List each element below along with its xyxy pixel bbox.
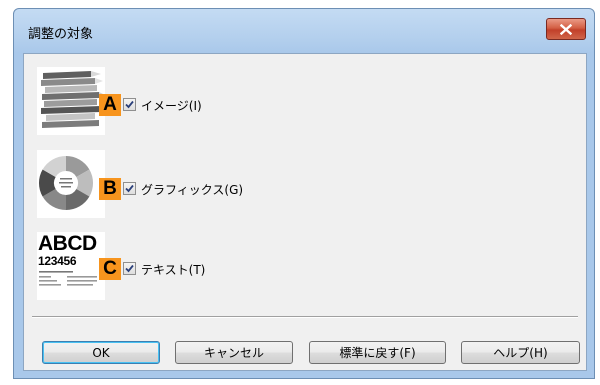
marker-b: B (99, 178, 121, 200)
text-checkbox[interactable] (123, 262, 136, 275)
image-checkbox[interactable] (123, 98, 136, 111)
close-icon (560, 23, 572, 35)
cancel-button[interactable]: キャンセル (175, 341, 293, 364)
text-thumbnail: ABCD 123456 (37, 232, 105, 300)
dialog-title: 調整の対象 (28, 27, 94, 42)
option-image: A イメージ(I) (37, 67, 337, 137)
divider (32, 316, 578, 318)
option-graphics: B グラフィックス(G) (37, 150, 337, 220)
checkmark-icon (125, 184, 134, 193)
ok-button[interactable]: OK (42, 341, 160, 364)
close-button[interactable] (546, 18, 586, 40)
checkmark-icon (125, 100, 134, 109)
adjustment-target-dialog: 調整の対象 A イメージ(I) B グラフィックス(G) ABCD 123456… (13, 8, 595, 379)
dialog-body: A イメージ(I) B グラフィックス(G) ABCD 123456 C テキス… (23, 53, 587, 371)
title-bar[interactable]: 調整の対象 (14, 9, 594, 53)
help-button[interactable]: ヘルプ(H) (461, 341, 580, 364)
restore-defaults-button[interactable]: 標準に戻す(F) (309, 341, 446, 364)
option-text: ABCD 123456 C テキスト(T) (37, 232, 337, 302)
graphics-label[interactable]: グラフィックス(G) (141, 181, 243, 198)
marker-c: C (99, 258, 121, 280)
marker-a: A (99, 94, 121, 116)
graphics-thumbnail (37, 150, 105, 218)
image-thumbnail (37, 67, 105, 135)
text-label[interactable]: テキスト(T) (141, 261, 205, 278)
checkmark-icon (125, 264, 134, 273)
image-label[interactable]: イメージ(I) (141, 97, 202, 114)
graphics-checkbox[interactable] (123, 182, 136, 195)
